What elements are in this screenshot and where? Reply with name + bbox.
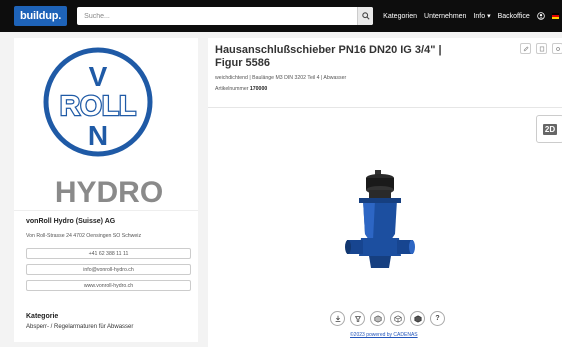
cube-icon <box>373 314 382 323</box>
email-button[interactable]: info@vonroll-hydro.ch <box>26 264 191 275</box>
shaded-cube-icon <box>413 314 422 323</box>
search-button[interactable] <box>357 7 374 25</box>
article-value: 170000 <box>249 86 268 92</box>
article-label: Artikelnummer <box>215 86 249 92</box>
german-flag-icon[interactable] <box>551 13 559 19</box>
view-solid-button[interactable] <box>370 311 385 326</box>
nav-backoffice[interactable]: Backoffice <box>498 13 530 20</box>
nav-info[interactable]: Info ▾ <box>473 12 490 20</box>
view-wireframe-button[interactable] <box>390 311 405 326</box>
category-title: Kategorie <box>26 313 59 320</box>
phone-button[interactable]: +41 62 388 11 11 <box>26 248 191 259</box>
download-button[interactable] <box>330 311 345 326</box>
company-address: Von Roll-Strasse 24 4702 Oensingen SO Sc… <box>26 233 142 239</box>
product-title-line2: Figur 5586 <box>215 57 271 69</box>
divider <box>14 210 198 211</box>
copy-icon <box>539 46 544 51</box>
company-name: vonRoll Hydro (Suisse) AG <box>26 218 116 225</box>
user-icon[interactable] <box>537 12 545 20</box>
configure-icon <box>354 315 361 322</box>
nav-unternehmen[interactable]: Unternehmen <box>424 13 466 20</box>
configurator-button[interactable] <box>350 311 365 326</box>
logo-hydro-text: HYDRO <box>55 176 163 209</box>
valve-3d-model[interactable] <box>345 168 415 278</box>
cadenas-credit-link[interactable]: ©2023 powered by CADENAS <box>350 332 418 338</box>
product-subtitle: weichdichtend | Baulänge M3 DIN 3202 Tei… <box>215 75 347 81</box>
help-button[interactable]: ? <box>430 311 445 326</box>
search-icon <box>361 12 370 20</box>
article-number: Artikelnummer 170000 <box>215 86 267 92</box>
copy-button[interactable] <box>536 43 547 54</box>
toggle-2d-label: 2D <box>542 123 558 135</box>
logo-letter-n: N <box>88 120 108 151</box>
download-icon <box>335 315 340 322</box>
buildup-logo[interactable]: buildup. <box>14 6 68 26</box>
search-input[interactable] <box>77 7 374 25</box>
vonroll-hydro-logo: V ROLL N HYDRO <box>14 38 198 210</box>
logo-letter-v: V <box>89 61 108 92</box>
edit-button[interactable] <box>520 43 531 54</box>
settings-button[interactable] <box>552 43 562 54</box>
website-button[interactable]: www.vonroll-hydro.ch <box>26 280 191 291</box>
top-navbar: buildup. Kategorien Unternehmen Info ▾ B… <box>0 0 562 32</box>
category-value[interactable]: Absperr- / Regelarmaturen für Abwasser <box>26 324 133 330</box>
nav-kategorien[interactable]: Kategorien <box>383 13 417 20</box>
search-box <box>77 7 374 25</box>
gear-icon <box>555 46 560 51</box>
wireframe-icon <box>393 314 402 323</box>
logo-word-roll: ROLL <box>60 90 136 121</box>
help-icon: ? <box>435 315 440 322</box>
product-title: Hausanschlußschieber PN16 DN20 IG 3/4" |… <box>215 44 475 70</box>
edit-icon <box>523 45 529 51</box>
view-shaded-button[interactable] <box>410 311 425 326</box>
product-title-line1: Hausanschlußschieber PN16 DN20 IG 3/4" | <box>215 44 442 56</box>
toggle-2d-button[interactable]: 2D <box>536 115 562 143</box>
